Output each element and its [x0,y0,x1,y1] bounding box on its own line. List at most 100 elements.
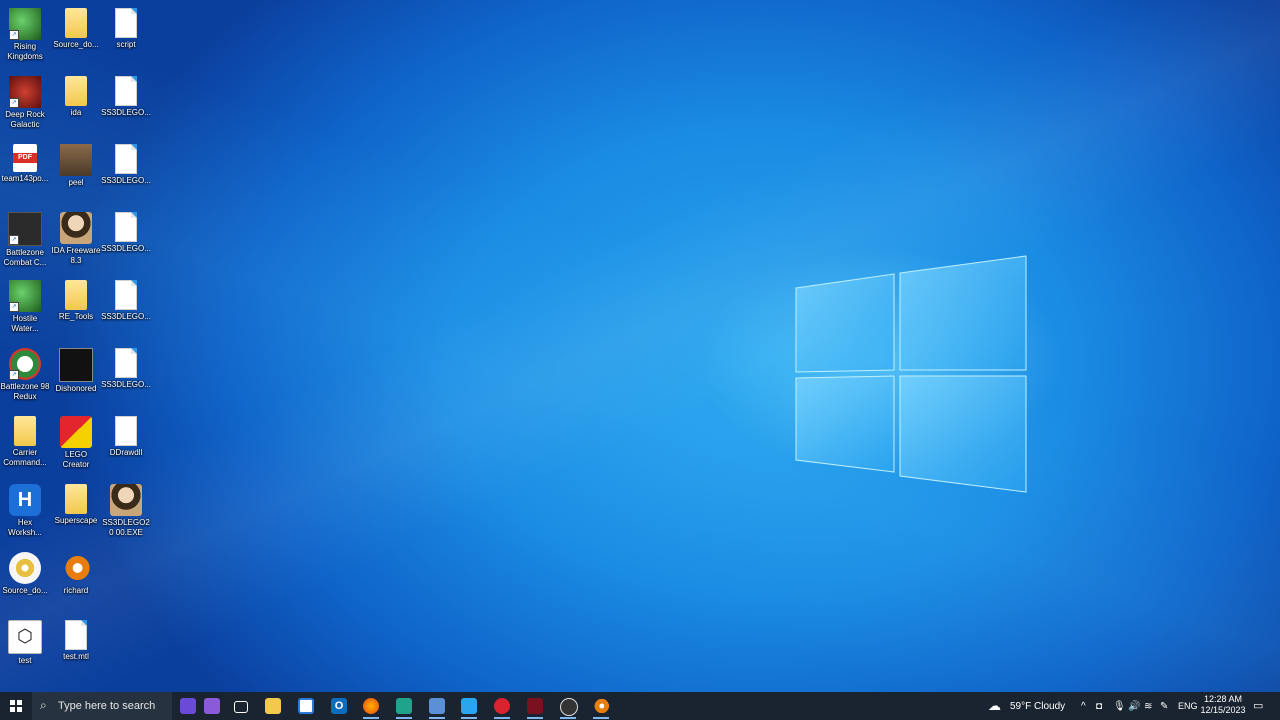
taskbar-firefox[interactable] [355,692,387,720]
icon-label: SS3DLEGO... [101,108,151,117]
zip-folder-icon [65,8,87,38]
desktop-icon-ida-freeware[interactable]: IDA Freeware 8.3 [51,208,101,274]
icon-label: peel [68,178,84,187]
desktop-icon-battlezone-98[interactable]: ↗ Battlezone 98 Redux [0,344,50,410]
desktop-icon-lego-creator[interactable]: LEGO Creator Knights' Kin... [51,412,101,478]
taskbar-app-6[interactable] [552,692,584,720]
weather-widget[interactable]: ☁ 59°F Cloudy [986,692,1076,720]
language-indicator[interactable]: ENG [1176,692,1198,720]
icon-label: richard [63,586,89,595]
taskbar-blender[interactable] [585,692,617,720]
icon-label: Source_do... [2,586,48,595]
desktop-icon-deep-rock[interactable]: ↗ Deep Rock Galactic [0,72,50,138]
taskbar-app-2[interactable] [421,692,453,720]
blender-icon [593,698,609,714]
taskbar-app-1[interactable] [388,692,420,720]
file-icon [115,348,137,378]
tray-meet-now[interactable]: ◘ [1094,692,1108,720]
speaker-icon: 🔊 [1128,701,1141,712]
desktop-icon-ddrawdll[interactable]: DDrawdll [101,412,151,478]
clock-date: 12/15/2023 [1200,705,1246,715]
app-icon [429,698,445,714]
desktop-icon-ss3dlego-5[interactable]: SS3DLEGO... [101,344,151,410]
file-icon [115,8,137,38]
icon-label: RE_Tools [58,312,94,321]
app-icon [527,698,543,714]
clock-time: 12:28 AM [1203,694,1243,704]
desktop-icon-re-tools[interactable]: RE_Tools [51,276,101,342]
tray-network[interactable]: ≋ [1142,692,1156,720]
clock[interactable]: 12:28 AM 12/15/2023 [1196,694,1250,716]
start-button[interactable] [0,692,32,720]
game-icon: ↗ [9,8,41,40]
ida-icon [60,212,92,244]
icon-label: Superscape [54,516,98,525]
game-icon [59,348,93,382]
desktop-icon-ss3dlego-exe[interactable]: SS3DLEGO20 00.EXE [101,480,151,546]
desktop-icon-test[interactable]: ⬡ test [0,616,50,682]
icon-label: SS3DLEGO20 00.EXE [102,518,150,537]
file-icon [65,620,87,650]
store-icon [298,698,314,714]
icon-label: test [18,656,32,665]
desktop-icon-carrier-command[interactable]: Carrier Command... [0,412,50,478]
icon-label: Source_do... [53,40,99,49]
game-icon: ↗ [8,212,42,246]
taskbar-app-3[interactable] [453,692,485,720]
desktop-icon-superscape[interactable]: Superscape [51,480,101,546]
weather-text: 59°F Cloudy [1010,701,1066,712]
show-hidden-icons-button[interactable]: ^ [1078,692,1092,720]
desktop-icon-peel[interactable]: peel [51,140,101,206]
folder-icon [65,76,87,106]
desktop-icon-script[interactable]: script [101,4,151,70]
chevron-up-icon: ^ [1081,701,1086,712]
icon-label: SS3DLEGO... [101,244,151,253]
desktop-icon-battlezone-cc[interactable]: ↗ Battlezone Combat C... [0,208,50,274]
pdf-icon: PDF [13,144,37,172]
notification-center-button[interactable]: ▭ [1250,692,1268,720]
task-view-icon [234,701,248,713]
icon-label: team143po... [1,174,49,183]
taskbar-outlook[interactable]: O [323,692,355,720]
desktop-icon-test-mtl[interactable]: test.mtl [51,616,101,682]
desktop-icon-ss3dlego-4[interactable]: SS3DLEGO... [101,276,151,342]
desktop-icon-team-pdf[interactable]: PDF team143po... [0,140,50,206]
desktop-icon-ida-folder[interactable]: ida [51,72,101,138]
taskbar-app-4[interactable] [486,692,518,720]
file-icon [115,280,137,310]
icon-label: Carrier Command... [3,448,47,467]
tray-volume[interactable]: 🔊 [1126,692,1140,720]
tray-pen[interactable]: ✎ [1158,692,1172,720]
search-box[interactable]: ⌕ Type here to search [32,692,172,720]
dll-icon [115,416,137,446]
shortcut-arrow-icon: ↗ [9,235,19,245]
desktop-icon-hex-workshop[interactable]: H Hex Worksh... [0,480,50,546]
game-icon [60,416,92,448]
desktop-icon-ss3dlego-1[interactable]: SS3DLEGO... [101,72,151,138]
image-icon [60,144,92,176]
icon-label: SS3DLEGO... [101,380,151,389]
taskbar-store[interactable] [290,692,322,720]
windows-icon [10,700,22,712]
desktop-icon-source-zip[interactable]: Source_do... [51,4,101,70]
desktop-icon-ss3dlego-3[interactable]: SS3DLEGO... [101,208,151,274]
tray-microphone[interactable]: 🎙 [1110,692,1126,720]
desktop-icon-rising-kingdoms[interactable]: ↗ Rising Kingdoms [0,4,50,70]
desktop-icon-richard[interactable]: richard [51,548,101,614]
desktop-icon-source-disc[interactable]: Source_do... [0,548,50,614]
firefox-icon [363,698,379,714]
icon-label: Dishonored [55,384,97,393]
taskbar-task-view[interactable] [224,692,256,720]
app-icon [461,698,477,714]
app-icon [494,698,510,714]
taskbar-app-5[interactable] [519,692,551,720]
desktop-icon-ss3dlego-2[interactable]: SS3DLEGO... [101,140,151,206]
pen-icon: ✎ [1160,701,1169,712]
desktop-icon-dishonored[interactable]: Dishonored [51,344,101,410]
icon-label: LEGO Creator Knights' Kin... [62,450,90,469]
game-icon: ↗ [9,280,41,312]
desktop-icon-hostile-water[interactable]: ↗ Hostile Water... [0,276,50,342]
file-explorer-icon [265,698,281,714]
taskbar-file-explorer[interactable] [257,692,289,720]
folder-icon [65,484,87,514]
